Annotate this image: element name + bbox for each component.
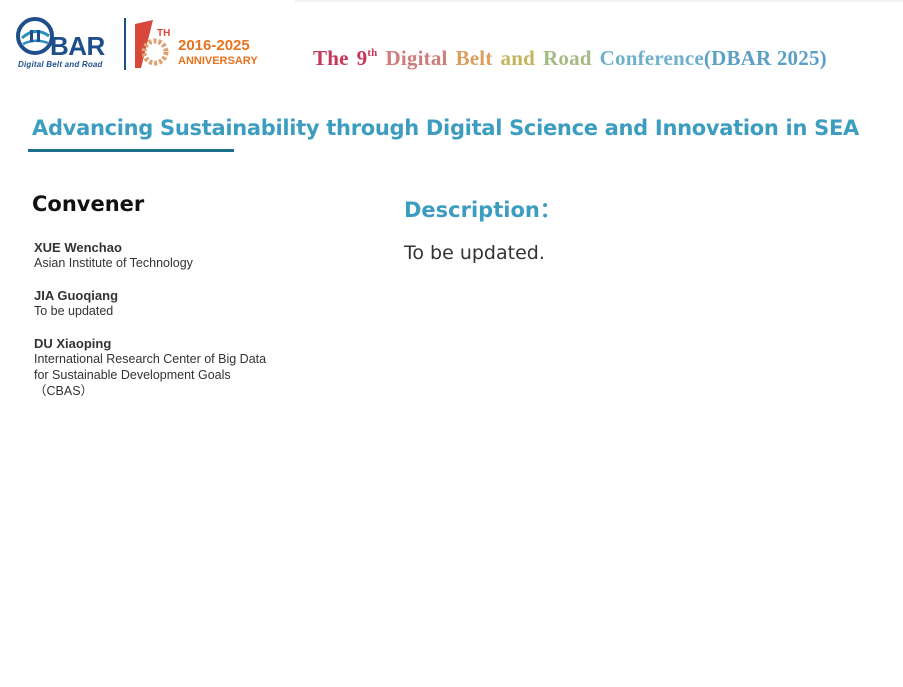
convener-name: XUE Wenchao bbox=[34, 240, 122, 255]
conf-title-digital: Digital bbox=[385, 46, 448, 70]
conf-title-the: The bbox=[313, 46, 349, 70]
anniversary-10-icon: TH bbox=[135, 20, 170, 68]
dbar-logo[interactable]: BAR Digital Belt and Road bbox=[16, 16, 118, 72]
description-text: To be updated. bbox=[404, 242, 545, 264]
convener-list: XUE Wenchao Asian Institute of Technolog… bbox=[34, 240, 334, 416]
conf-title-and: and bbox=[500, 46, 535, 70]
dbar-logo-word: BAR bbox=[50, 31, 105, 61]
convener-item: XUE Wenchao Asian Institute of Technolog… bbox=[34, 240, 334, 271]
anniversary-label: ANNIVERSARY bbox=[178, 55, 258, 67]
convener-name: JIA Guoqiang bbox=[34, 288, 119, 303]
session-title: Advancing Sustainability through Digital… bbox=[32, 116, 859, 140]
anniversary-years: 2016-2025 bbox=[178, 37, 250, 54]
conference-title: The 9th Digital Belt and Road Conference(DBAR … bbox=[313, 40, 827, 71]
convener-name: DU Xiaoping bbox=[34, 336, 112, 351]
conf-title-ordinal: th bbox=[367, 47, 378, 59]
conf-title-conference: Conference bbox=[599, 46, 704, 70]
session-title-underline bbox=[28, 149, 234, 152]
conf-title-road: Road bbox=[543, 46, 592, 70]
dbar-logo-tagline: Digital Belt and Road bbox=[18, 60, 103, 69]
page-header: BAR Digital Belt and Road TH 2016-2025 A… bbox=[0, 0, 903, 90]
header-top-line bbox=[295, 0, 903, 2]
conf-title-number: 9 bbox=[356, 46, 368, 70]
logo-divider bbox=[124, 18, 126, 70]
convener-item: JIA Guoqiang To be updated bbox=[34, 288, 334, 319]
anniversary-sup: TH bbox=[157, 28, 170, 39]
convener-affiliation: International Research Center of Big Dat… bbox=[34, 352, 267, 398]
convener-affiliation: Asian Institute of Technology bbox=[34, 256, 193, 270]
anniversary-logo: TH 2016-2025 ANNIVERSARY bbox=[131, 18, 261, 70]
convener-affiliation: To be updated bbox=[34, 304, 114, 318]
conf-title-acronym: (DBAR 2025) bbox=[703, 46, 827, 70]
convener-item: DU Xiaoping International Research Cente… bbox=[34, 336, 334, 399]
description-heading: Description： bbox=[404, 198, 561, 222]
convener-heading: Convener bbox=[32, 192, 145, 216]
conf-title-belt: Belt bbox=[455, 46, 493, 70]
